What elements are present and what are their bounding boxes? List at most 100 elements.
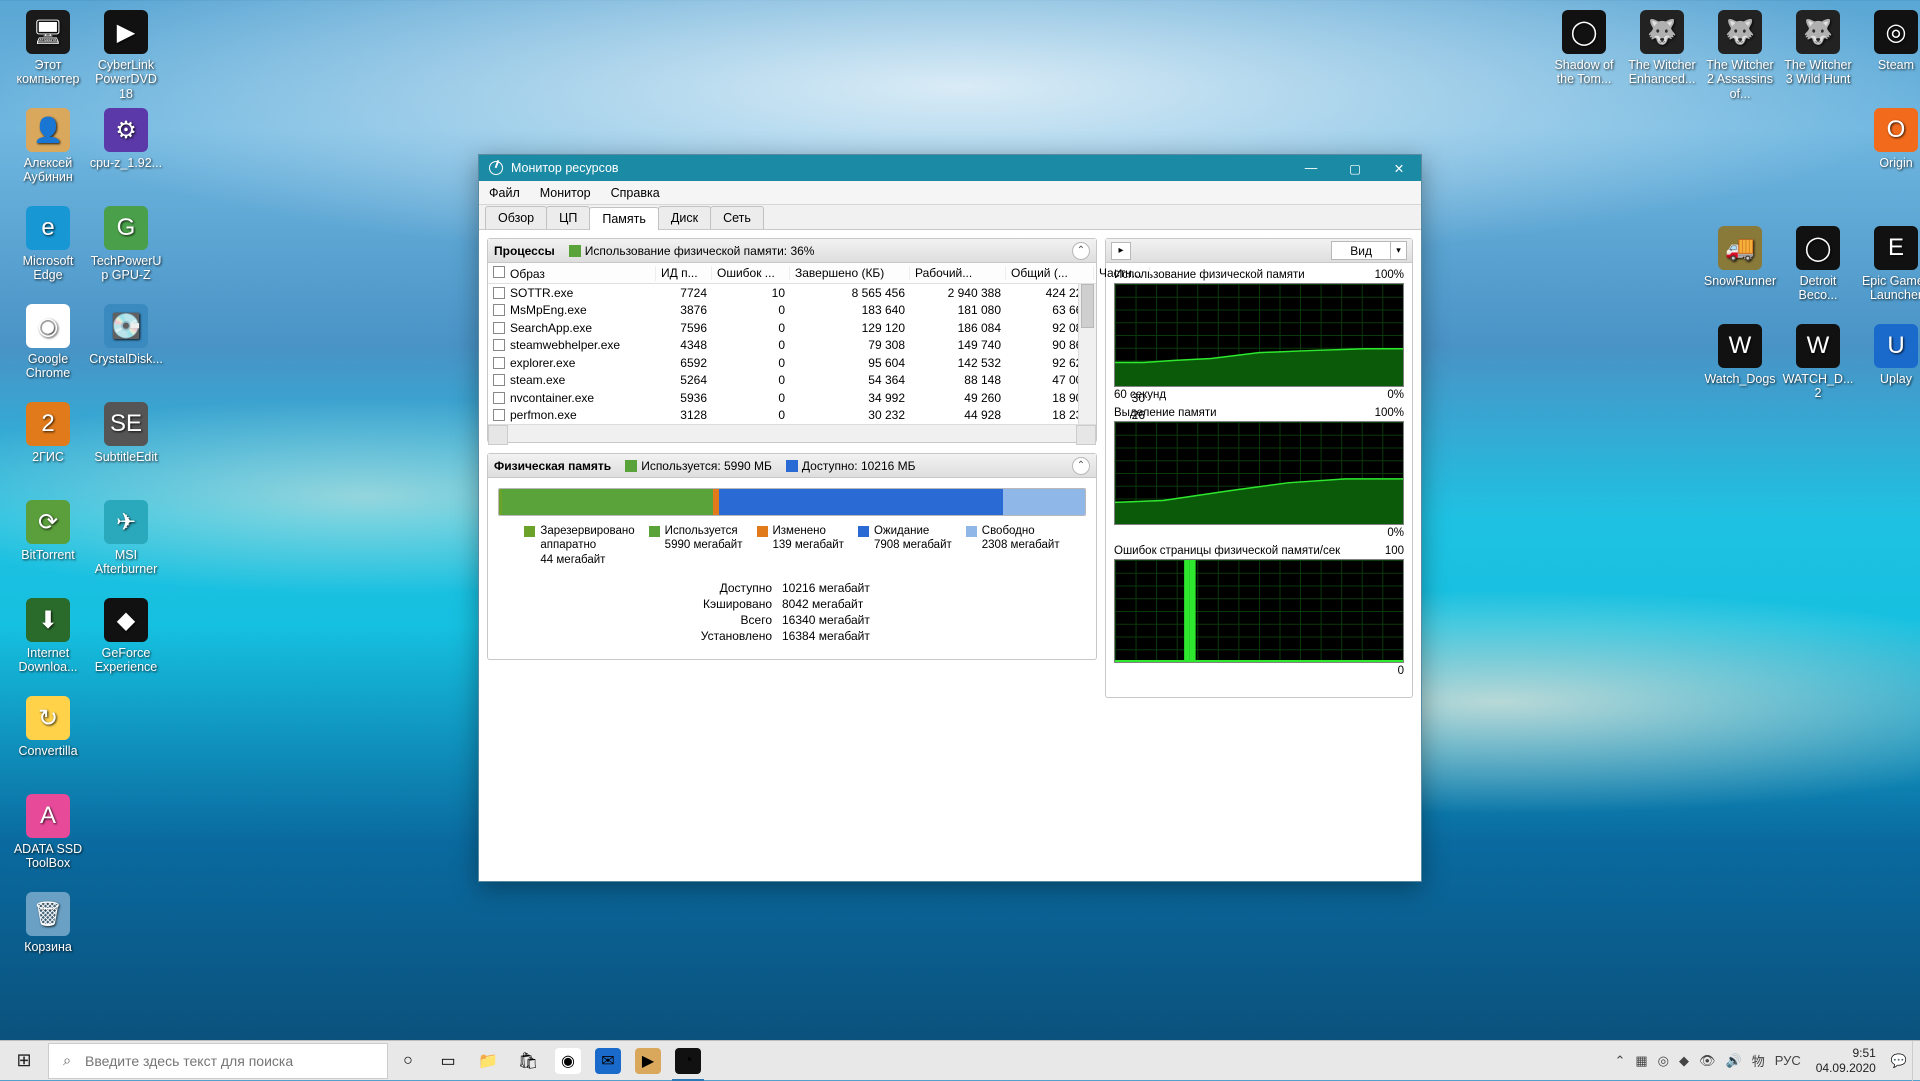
taskbar-explorer[interactable]: 📁 — [468, 1041, 508, 1081]
search-box[interactable]: ⌕ — [48, 1043, 388, 1079]
collapse-processes-icon[interactable]: ⌃ — [1072, 242, 1090, 260]
menu-monitor[interactable]: Монитор — [530, 186, 601, 200]
tray-icon[interactable]: ◆ — [1674, 1053, 1694, 1069]
tray-icon[interactable]: ◎ — [1653, 1053, 1674, 1069]
desktop-icon[interactable]: 👤Алексей Аубинин — [10, 108, 86, 185]
checkbox[interactable] — [493, 357, 505, 369]
desktop-icon[interactable]: 🐺The Witcher 2 Assassins of... — [1702, 10, 1778, 101]
desktop-icon[interactable]: 🐺The Witcher 3 Wild Hunt — [1780, 10, 1856, 87]
desktop-icon[interactable]: 💽CrystalDisk... — [88, 304, 164, 366]
checkbox[interactable] — [493, 304, 505, 316]
checkbox[interactable] — [493, 392, 505, 404]
tray-lang[interactable]: РУС — [1770, 1053, 1806, 1068]
window-title: Монитор ресурсов — [511, 161, 619, 175]
tab-disk[interactable]: Диск — [658, 206, 711, 229]
taskbar-cortana[interactable]: ○ — [388, 1041, 428, 1081]
tray-icon[interactable]: 🔊 — [1721, 1053, 1747, 1069]
desktop-icon[interactable]: ▶CyberLink PowerDVD 18 — [88, 10, 164, 101]
tray-icon[interactable]: 👁 — [1694, 1053, 1721, 1069]
table-row[interactable]: SearchApp.exe75960129 120186 08492 08893 — [488, 319, 1096, 337]
desktop-icon[interactable]: 🖥Этот компьютер — [10, 10, 86, 87]
collapse-physmem-icon[interactable]: ⌃ — [1072, 457, 1090, 475]
desktop-icon[interactable]: ◆GeForce Experience — [88, 598, 164, 675]
minimize-button[interactable]: — — [1289, 155, 1333, 181]
desktop-icon[interactable]: ◯Detroit Beco... — [1780, 226, 1856, 303]
physical-memory-panel: Физическая память Используется: 5990 МБ … — [487, 453, 1097, 660]
tab-cpu[interactable]: ЦП — [546, 206, 590, 229]
desktop-icon[interactable]: GTechPowerUp GPU-Z — [88, 206, 164, 283]
tab-bar: Обзор ЦП Память Диск Сеть — [479, 205, 1421, 230]
taskbar-powerdvd[interactable]: ▶ — [628, 1041, 668, 1081]
taskbar-mail[interactable]: ✉ — [588, 1041, 628, 1081]
column-header[interactable]: ИД п... — [656, 266, 712, 280]
desktop-icon[interactable]: ◯Shadow of the Tom... — [1546, 10, 1622, 87]
expand-graphs-icon[interactable]: ▸ — [1111, 242, 1131, 260]
taskbar-resmon[interactable]: ◔ — [668, 1041, 708, 1081]
taskbar-chrome[interactable]: ◉ — [548, 1041, 588, 1081]
table-row[interactable]: perfmon.exe3128030 23244 92818 23626 — [488, 407, 1096, 425]
desktop-icon[interactable]: ⟳BitTorrent — [10, 500, 86, 562]
desktop-icon[interactable]: WWatch_Dogs — [1702, 324, 1778, 386]
table-row[interactable]: MsMpEng.exe38760183 640181 08063 660117 — [488, 302, 1096, 320]
desktop-icon[interactable]: ⬇Internet Downloa... — [10, 598, 86, 675]
desktop-icon[interactable]: WWATCH_D... 2 — [1780, 324, 1856, 401]
search-input[interactable] — [85, 1053, 387, 1069]
tray-icon[interactable]: ▦ — [1630, 1053, 1652, 1069]
table-row[interactable]: nvcontainer.exe5936034 99249 26018 90830 — [488, 389, 1096, 407]
checkbox[interactable] — [493, 409, 505, 421]
view-dropdown[interactable]: Вид ▾ — [1331, 241, 1407, 260]
taskbar-store[interactable]: 🛍 — [508, 1041, 548, 1081]
desktop-icon[interactable]: ✈MSI Afterburner — [88, 500, 164, 577]
titlebar[interactable]: Монитор ресурсов — ▢ ✕ — [479, 155, 1421, 181]
tray-icon[interactable]: 物 — [1747, 1051, 1770, 1070]
desktop-icon[interactable]: ⚙cpu-z_1.92... — [88, 108, 164, 170]
close-button[interactable]: ✕ — [1377, 155, 1421, 181]
checkbox[interactable] — [493, 287, 505, 299]
start-button[interactable]: ⊞ — [0, 1041, 48, 1081]
table-row[interactable]: steam.exe5264054 36488 14847 00841 — [488, 372, 1096, 390]
desktop-icon[interactable]: ↻Convertilla — [10, 696, 86, 758]
notifications-icon[interactable]: 💬 — [1886, 1053, 1912, 1069]
checkbox[interactable] — [493, 339, 505, 351]
desktop-icon[interactable]: EEpic Games Launcher — [1858, 226, 1920, 303]
column-header[interactable]: Ошибок ... — [712, 266, 790, 280]
processes-summary: Использование физической памяти: 36% — [585, 244, 815, 258]
tab-memory[interactable]: Память — [589, 207, 659, 230]
column-header[interactable]: Завершено (КБ) — [790, 266, 910, 280]
tray-icon[interactable]: ⌃ — [1609, 1053, 1630, 1069]
processes-title: Процессы — [494, 244, 555, 258]
menu-help[interactable]: Справка — [601, 186, 670, 200]
column-header[interactable]: Образ — [488, 266, 656, 281]
desktop-icon[interactable]: 🐺The Witcher Enhanced... — [1624, 10, 1700, 87]
clock[interactable]: 9:51 04.09.2020 — [1806, 1046, 1886, 1075]
tab-network[interactable]: Сеть — [710, 206, 764, 229]
dropdown-arrow-icon[interactable]: ▾ — [1390, 242, 1406, 259]
table-row[interactable]: SOTTR.exe7724108 565 4562 940 388424 220… — [488, 284, 1096, 302]
desktop-icon[interactable]: AADATA SSD ToolBox — [10, 794, 86, 871]
desktop-icon[interactable]: SESubtitleEdit — [88, 402, 164, 464]
desktop-icon[interactable]: ◉Google Chrome — [10, 304, 86, 381]
show-desktop[interactable] — [1912, 1041, 1920, 1081]
checkbox[interactable] — [493, 322, 505, 334]
column-header[interactable]: Частн... — [1094, 266, 1150, 280]
desktop-icon[interactable]: ◎Steam — [1858, 10, 1920, 72]
checkbox[interactable] — [493, 374, 505, 386]
desktop-icon[interactable]: 🗑Корзина — [10, 892, 86, 954]
column-header[interactable]: Общий (... — [1006, 266, 1094, 280]
table-row[interactable]: explorer.exe6592095 604142 53292 62449 — [488, 354, 1096, 372]
table-row[interactable]: steamwebhelper.exe4348079 308149 74090 8… — [488, 337, 1096, 355]
tab-overview[interactable]: Обзор — [485, 206, 547, 229]
desktop-icon[interactable]: 🚚SnowRunner — [1702, 226, 1778, 288]
menu-bar: Файл Монитор Справка — [479, 181, 1421, 205]
horizontal-scrollbar[interactable] — [488, 424, 1096, 442]
vertical-scrollbar[interactable] — [1078, 284, 1096, 424]
desktop-icon[interactable]: OOrigin — [1858, 108, 1920, 170]
taskbar-taskview[interactable]: ▭ — [428, 1041, 468, 1081]
desktop-icon[interactable]: UUplay — [1858, 324, 1920, 386]
desktop-icon[interactable]: eMicrosoft Edge — [10, 206, 86, 283]
graph: Выделение памяти100% 0% — [1114, 407, 1404, 539]
menu-file[interactable]: Файл — [479, 186, 530, 200]
desktop-icon[interactable]: 22ГИС — [10, 402, 86, 464]
maximize-button[interactable]: ▢ — [1333, 155, 1377, 181]
column-header[interactable]: Рабочий... — [910, 266, 1006, 280]
